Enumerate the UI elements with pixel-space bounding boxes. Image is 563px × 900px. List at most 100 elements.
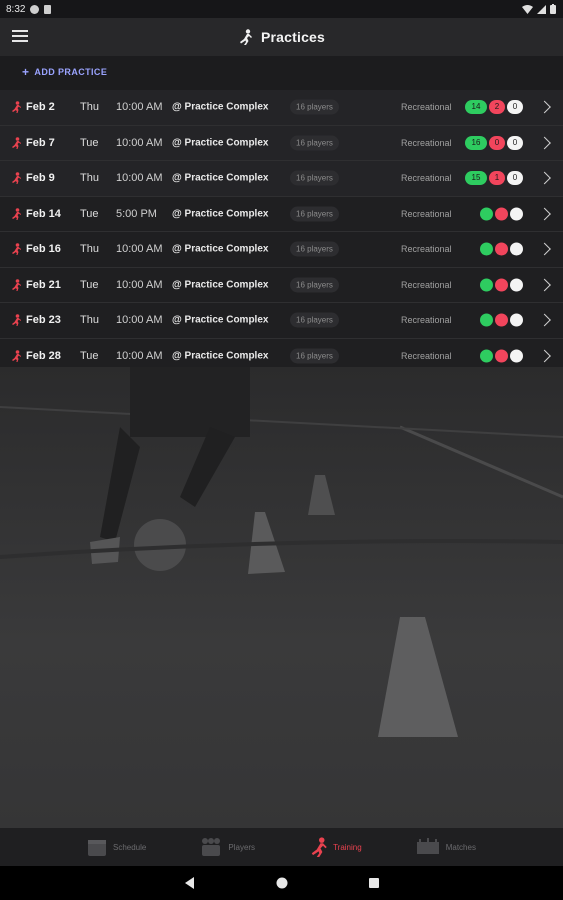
attending-count: 15 [465,171,487,186]
practice-location: @ Practice Complex [172,243,269,255]
absent-dot [495,349,508,363]
players-badge: 16 players [290,312,339,328]
practice-level: Recreational [401,279,452,290]
practice-list: Feb 2 Thu 10:00 AM @ Practice Complex 16… [0,90,563,374]
practice-level: Recreational [401,350,452,361]
practice-day: Tue [80,349,99,362]
practice-row[interactable]: Feb 16 Thu 10:00 AM @ Practice Complex 1… [0,232,563,268]
practice-row[interactable]: Feb 14 Tue 5:00 PM @ Practice Complex 16… [0,196,563,232]
practice-day: Tue [80,278,99,291]
training-icon [239,29,252,45]
page-title: Practices [260,29,326,45]
practice-date: Feb 9 [26,172,55,185]
practice-pin-icon [12,172,21,185]
unknown-dot [510,313,523,327]
practice-row[interactable]: Feb 7 Tue 10:00 AM @ Practice Complex 16… [0,125,563,161]
practice-row[interactable]: Feb 23 Thu 10:00 AM @ Practice Complex 1… [0,303,563,339]
chevron-right-icon [538,100,551,114]
practice-date: Feb 21 [26,278,61,291]
practice-pin-icon [12,207,21,220]
chevron-right-icon [538,278,551,292]
status-time: 8:32 [6,3,26,15]
practice-row[interactable]: Feb 9 Thu 10:00 AM @ Practice Complex 16… [0,161,563,197]
absent-count: 0 [489,135,505,150]
absent-dot [495,278,508,292]
practice-row[interactable]: Feb 21 Tue 10:00 AM @ Practice Complex 1… [0,267,563,303]
practice-date: Feb 14 [26,207,61,220]
chevron-right-icon [538,207,551,221]
practice-time: 10:00 AM [116,101,163,114]
nav-training[interactable]: Training [309,837,362,857]
practice-day: Thu [80,243,99,256]
background-photo [0,367,563,828]
practice-pin-icon [12,349,21,362]
practice-pin-icon [12,243,21,256]
practice-day: Tue [80,136,99,149]
absent-dot [495,242,508,256]
unknown-count: 0 [507,171,523,186]
practice-pin-icon [12,314,21,327]
practice-location: @ Practice Complex [172,101,269,113]
practice-date: Feb 16 [26,243,61,256]
absent-dot [495,313,508,327]
nav-matches[interactable]: Matches [416,838,476,856]
stadium-icon [416,838,439,854]
attendance-dots [480,278,523,292]
add-bar: + ADD PRACTICE [0,56,563,90]
practice-location: @ Practice Complex [172,137,269,149]
practice-time: 10:00 AM [116,349,163,362]
attending-count: 16 [465,135,487,150]
recents-icon[interactable] [368,877,380,889]
nav-schedule[interactable]: Schedule [87,837,146,857]
battery-icon [550,4,556,14]
calendar-icon [88,840,106,856]
attending-dot [480,313,493,327]
chevron-right-icon [538,171,551,185]
practice-level: Recreational [401,244,452,255]
home-icon[interactable] [276,877,288,889]
practice-day: Thu [80,101,99,114]
practice-pin-icon [12,278,21,291]
practice-date: Feb 7 [26,136,55,149]
back-icon[interactable] [184,877,196,889]
practice-time: 10:00 AM [116,243,163,256]
practice-row[interactable]: Feb 2 Thu 10:00 AM @ Practice Complex 16… [0,90,563,126]
attending-dot [480,278,493,292]
practice-day: Tue [80,207,99,220]
practice-day: Thu [80,314,99,327]
practice-pin-icon [12,136,21,149]
attendance-dots [480,313,523,327]
players-badge: 16 players [290,241,339,257]
nav-schedule-label: Schedule [113,842,147,852]
plus-icon: + [22,64,30,79]
practice-level: Recreational [401,173,452,184]
practice-date: Feb 28 [26,349,61,362]
signal-icon [537,4,546,14]
chevron-right-icon [538,136,551,150]
practice-location: @ Practice Complex [172,172,269,184]
attendance-counts: 16 0 0 [465,135,523,150]
practice-level: Recreational [401,102,452,113]
players-badge: 16 players [290,348,339,364]
practice-pin-icon [12,101,21,114]
status-bar: 8:32 [0,0,563,18]
add-practice-button[interactable]: + ADD PRACTICE [22,64,108,79]
attendance-counts: 14 2 0 [465,100,523,115]
players-badge: 16 players [290,277,339,293]
attending-dot [480,242,493,256]
practice-date: Feb 23 [26,314,61,327]
chevron-right-icon [538,242,551,256]
attendance-dots [480,207,523,221]
practice-time: 5:00 PM [116,207,157,220]
unknown-dot [510,242,523,256]
wifi-icon [522,4,533,14]
unknown-count: 0 [507,100,523,115]
unknown-dot [510,207,523,221]
add-practice-label: ADD PRACTICE [34,67,108,77]
app-bar: Practices [0,18,563,56]
attending-dot [480,349,493,363]
nav-players[interactable]: Players [200,837,255,857]
practice-day: Thu [80,172,99,185]
menu-button[interactable] [12,30,28,44]
notification-icon [30,4,40,14]
